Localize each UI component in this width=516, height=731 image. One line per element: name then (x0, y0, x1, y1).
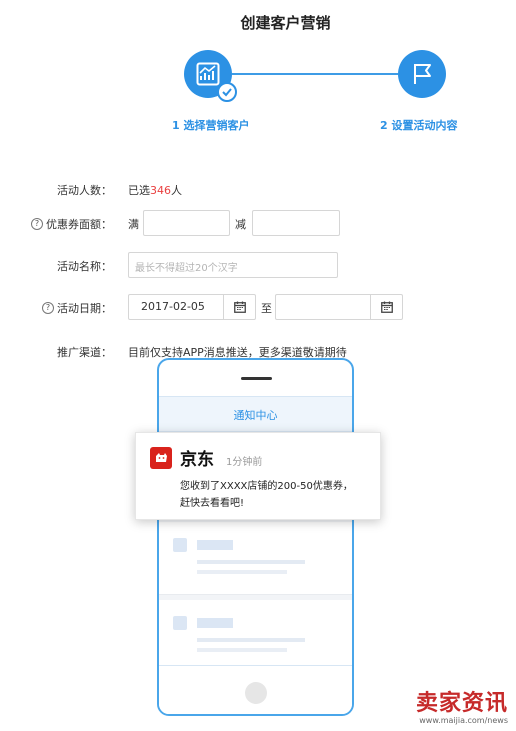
start-date-input[interactable]: 2017-02-05 (128, 294, 256, 320)
notification-message-line2: 赶快去看看吧! (180, 498, 245, 509)
calendar-icon (381, 301, 393, 313)
calendar-icon (234, 301, 246, 313)
step-progress: 1 选择营销客户 2 设置活动内容 (172, 48, 457, 138)
push-notification-card: 京东 1分钟前 您收到了XXXX店铺的200-50优惠券， 赶快去看看吧! (135, 432, 381, 520)
channel-label: 推广渠道： (57, 346, 112, 359)
full-amount-input[interactable] (143, 210, 230, 236)
help-icon[interactable]: ? (31, 218, 43, 230)
start-calendar-button[interactable] (223, 295, 255, 319)
flag-icon (414, 64, 431, 84)
placeholder-line (197, 648, 287, 652)
placeholder-card (159, 522, 352, 595)
placeholder-line (197, 570, 287, 574)
step-1-label: 1 选择营销客户 (172, 119, 250, 132)
activity-name-input[interactable]: 最长不得超过20个汉字 (128, 252, 338, 278)
people-value: 已选346人 (128, 182, 182, 198)
help-icon[interactable]: ? (42, 302, 54, 314)
people-row: 活动人数： 已选346人 (0, 176, 516, 204)
jd-app-icon (150, 447, 172, 469)
date-label: 活动日期： (57, 302, 112, 315)
minus-word: 减 (235, 218, 246, 231)
step-2-label: 2 设置活动内容 (380, 119, 458, 132)
name-row: 活动名称： 最长不得超过20个汉字 (0, 252, 516, 280)
coupon-row: ? 优惠券面额： 满 减 (0, 210, 516, 238)
placeholder-line (197, 560, 305, 564)
people-count: 346 (150, 184, 171, 197)
completed-badge (217, 82, 237, 102)
phone-speaker (241, 377, 272, 380)
chart-icon (196, 62, 220, 86)
placeholder-thumb (173, 538, 187, 552)
end-date-input[interactable] (275, 294, 403, 320)
date-label-wrap: ? 活动日期： (42, 300, 112, 316)
to-word: 至 (261, 302, 272, 315)
name-label: 活动名称： (57, 260, 112, 273)
step-2-circle (398, 50, 446, 98)
notification-center-bar: 通知中心 (159, 396, 352, 432)
placeholder-line (197, 618, 233, 628)
start-date-value: 2017-02-05 (141, 300, 205, 313)
phone-preview: 通知中心 (157, 358, 354, 716)
coupon-label-wrap: ? 优惠券面额： (31, 216, 112, 232)
step-1-circle (184, 50, 237, 102)
people-label: 活动人数： (57, 184, 112, 197)
watermark: 卖家资讯 www.maijia.com/news (415, 691, 508, 726)
home-button (245, 682, 267, 704)
coupon-label: 优惠券面额： (46, 218, 112, 231)
phone-bottom-bezel (159, 665, 352, 714)
placeholder-thumb (173, 616, 187, 630)
placeholder-line (197, 540, 233, 550)
check-icon (222, 88, 232, 97)
watermark-url: www.maijia.com/news (419, 716, 508, 725)
notification-message-line1: 您收到了XXXX店铺的200-50优惠券， (180, 481, 353, 492)
app-name: 京东 (180, 450, 214, 470)
minus-amount-input[interactable] (252, 210, 340, 236)
end-calendar-button[interactable] (370, 295, 402, 319)
step-connector (232, 73, 398, 75)
date-row: ? 活动日期： 2017-02-05 至 (0, 294, 516, 322)
notification-time: 1分钟前 (226, 457, 263, 468)
people-prefix: 已选 (128, 184, 150, 197)
jd-dog-icon (156, 453, 167, 462)
page-title: 创建客户营销 (240, 14, 331, 32)
placeholder-card (159, 600, 352, 673)
watermark-logo: 卖家资讯 (415, 691, 508, 716)
people-suffix: 人 (171, 184, 182, 197)
notification-center-title: 通知中心 (233, 409, 278, 422)
placeholder-line (197, 638, 305, 642)
full-word: 满 (128, 218, 139, 231)
